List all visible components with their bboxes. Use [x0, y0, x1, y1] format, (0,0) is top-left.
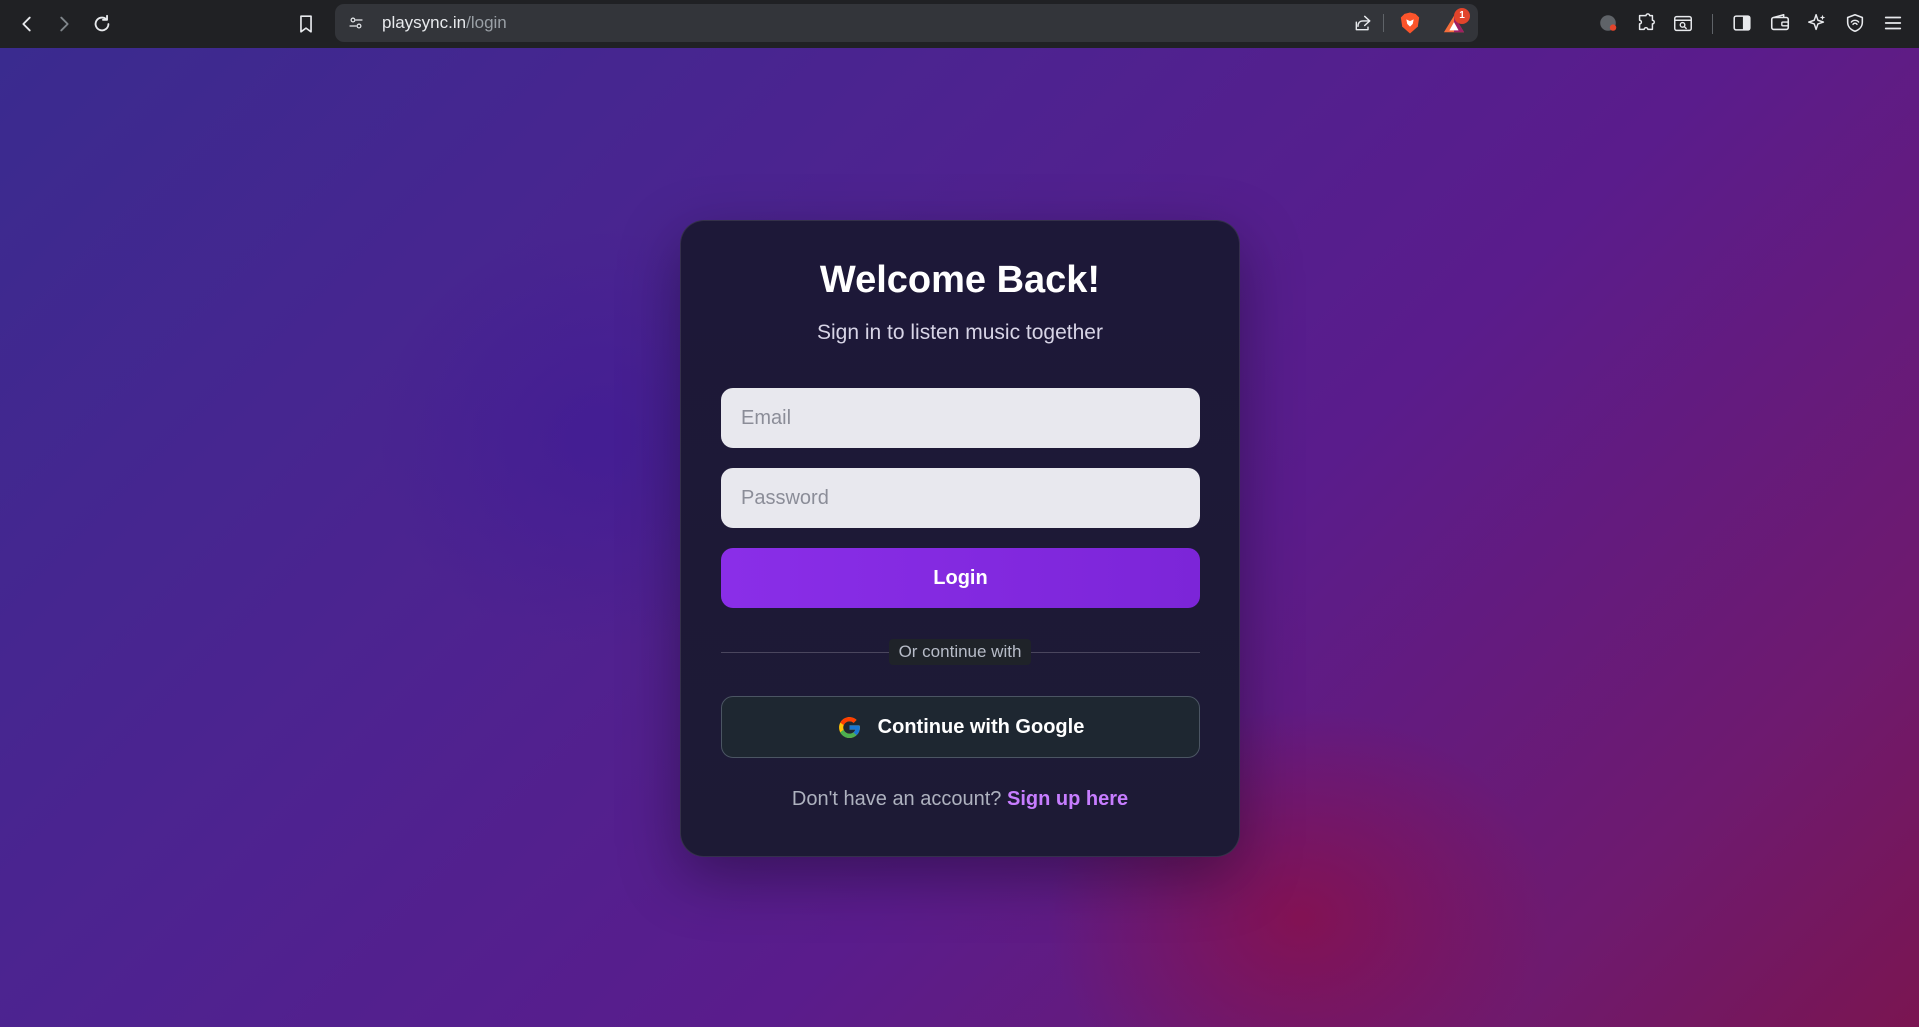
browser-toolbar: playsync.in/login 1 — [0, 0, 1919, 48]
page-search-icon[interactable] — [1670, 10, 1696, 36]
url-domain: playsync.in — [382, 13, 467, 32]
url-path: /login — [466, 13, 507, 32]
leo-ai-icon[interactable] — [1804, 10, 1830, 36]
brave-shields-icon[interactable] — [1398, 10, 1422, 36]
password-field[interactable] — [721, 468, 1200, 528]
toolbar-divider — [1712, 14, 1713, 34]
reload-icon — [94, 14, 110, 32]
google-icon — [837, 715, 862, 740]
sidebar-toggle-icon[interactable] — [1729, 10, 1755, 36]
email-field[interactable] — [721, 388, 1200, 448]
signup-prompt-text: Don't have an account? — [791, 788, 1002, 810]
divider: Or continue with — [681, 639, 1239, 665]
login-button[interactable]: Login — [721, 548, 1200, 608]
signup-link[interactable]: Sign up here — [1007, 788, 1128, 810]
share-icon[interactable] — [1352, 12, 1374, 34]
url-text[interactable]: playsync.in/login — [382, 4, 507, 42]
profile-extension-icon[interactable] — [1595, 10, 1621, 36]
reload-button[interactable] — [86, 8, 118, 40]
forward-arrow-icon — [60, 16, 69, 32]
menu-icon[interactable] — [1880, 10, 1906, 36]
page-background: Welcome Back! Sign in to listen music to… — [0, 48, 1919, 1027]
vpn-shield-icon[interactable] — [1842, 10, 1868, 36]
google-button-label: Continue with Google — [877, 715, 1085, 738]
divider-text: Or continue with — [888, 639, 1032, 665]
page-title: Welcome Back! — [819, 259, 1101, 301]
forward-button[interactable] — [48, 8, 80, 40]
back-button[interactable] — [11, 8, 43, 40]
signup-prompt: Don't have an account? Sign up here — [681, 788, 1239, 811]
page-subtitle: Sign in to listen music together — [817, 321, 1103, 344]
google-signin-button[interactable]: Continue with Google — [721, 696, 1200, 758]
back-arrow-icon — [22, 16, 31, 32]
bookmark-button[interactable] — [290, 8, 322, 40]
bookmark-icon — [300, 15, 312, 33]
extensions-icon[interactable] — [1633, 10, 1659, 36]
wallet-icon[interactable] — [1767, 10, 1793, 36]
site-info-icon[interactable] — [345, 12, 367, 34]
rewards-notification-badge: 1 — [1454, 8, 1470, 24]
login-card: Welcome Back! Sign in to listen music to… — [680, 220, 1240, 857]
address-bar-separator — [1383, 14, 1384, 32]
address-bar[interactable]: playsync.in/login 1 — [335, 4, 1478, 42]
